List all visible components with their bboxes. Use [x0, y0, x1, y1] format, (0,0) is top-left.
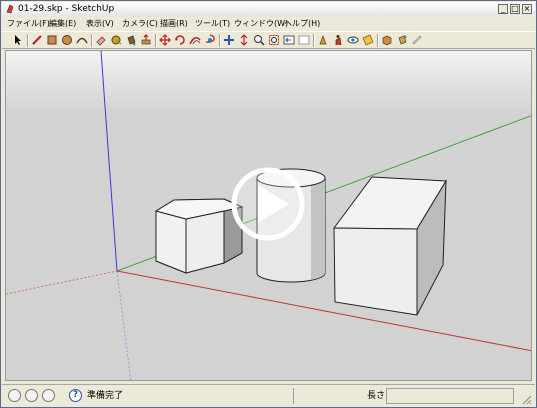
move-icon[interactable] [159, 34, 171, 46]
blue-axis-negative [116, 270, 132, 380]
red-axis-negative [6, 270, 118, 295]
toolbar-separator [155, 34, 157, 47]
menu-window[interactable]: ウィンドウ(W) [234, 17, 288, 30]
measurements-label: 長さ [367, 391, 386, 401]
push-pull-icon[interactable] [140, 34, 152, 46]
toolbar-separator [91, 34, 93, 47]
arc-icon[interactable] [76, 34, 88, 46]
orbit-icon[interactable] [204, 34, 216, 46]
close-button[interactable]: × [522, 4, 532, 14]
help-icon[interactable]: ? [69, 389, 82, 402]
menu-bar: ファイル(F) 編集(E) 表示(V) カメラ(C) 描画(R) ツール(T) … [2, 17, 535, 30]
tape-measure-icon[interactable] [110, 34, 122, 46]
geo-location-icon[interactable] [8, 389, 21, 402]
red-axis [116, 270, 531, 352]
rotate-icon[interactable] [174, 34, 186, 46]
sketchup-logo-icon [6, 4, 14, 14]
status-bar: ? 準備完了 長さ [2, 384, 535, 407]
paint-bucket-icon[interactable] [125, 34, 137, 46]
menu-view[interactable]: 表示(V) [86, 17, 114, 30]
menu-edit[interactable]: 編集(E) [49, 17, 76, 30]
menu-tools[interactable]: ツール(T) [195, 17, 230, 30]
toolbar [2, 31, 535, 49]
zoom-window-icon[interactable] [253, 34, 265, 46]
select-icon[interactable] [12, 34, 24, 46]
title-bar[interactable]: 01-29.skp - SketchUp _ □ × [2, 2, 535, 18]
status-message: 準備完了 [87, 391, 124, 401]
toolbar-separator [313, 34, 315, 47]
line-icon[interactable] [31, 34, 43, 46]
box[interactable] [333, 176, 447, 316]
offset-icon[interactable] [189, 34, 201, 46]
menu-camera[interactable]: カメラ(C) [122, 17, 158, 30]
menu-help[interactable]: ヘルプ(H) [284, 17, 320, 30]
previous-view-icon[interactable] [283, 34, 295, 46]
circle-icon[interactable] [61, 34, 73, 46]
status-divider [293, 388, 294, 404]
drawing-viewport[interactable] [5, 50, 532, 381]
look-around-icon[interactable] [347, 34, 359, 46]
3d-scene[interactable] [6, 51, 532, 381]
user-icon[interactable] [42, 389, 55, 402]
credits-icon[interactable] [25, 389, 38, 402]
pan-icon[interactable] [223, 34, 235, 46]
resize-grip-icon[interactable] [520, 393, 532, 405]
toolbar-separator [27, 34, 29, 47]
menu-file[interactable]: ファイル(F) [7, 17, 50, 30]
maximize-button[interactable]: □ [510, 4, 520, 14]
walk-icon[interactable] [332, 34, 344, 46]
menu-draw[interactable]: 描画(R) [160, 17, 188, 30]
measurements-input[interactable] [386, 388, 514, 404]
sketchup-window: 01-29.skp - SketchUp _ □ × ファイル(F) 編集(E)… [0, 0, 537, 408]
position-camera-icon[interactable] [317, 34, 329, 46]
styles-icon[interactable] [411, 34, 423, 46]
window-title: 01-29.skp - SketchUp [18, 4, 115, 14]
zoom-extents-icon[interactable] [268, 34, 280, 46]
play-icon[interactable] [231, 167, 305, 241]
toolbar-separator [377, 34, 379, 47]
blue-axis [100, 51, 118, 272]
toolbar-separator [219, 34, 221, 47]
materials-icon[interactable] [396, 34, 408, 46]
minimize-button[interactable]: _ [498, 4, 508, 14]
rectangle-icon[interactable] [46, 34, 58, 46]
zoom-icon[interactable] [238, 34, 250, 46]
next-view-icon[interactable] [298, 34, 310, 46]
hexagonal-prism[interactable] [154, 198, 244, 274]
components-icon[interactable] [381, 34, 393, 46]
eraser-icon[interactable] [95, 34, 107, 46]
section-plane-icon[interactable] [362, 34, 374, 46]
